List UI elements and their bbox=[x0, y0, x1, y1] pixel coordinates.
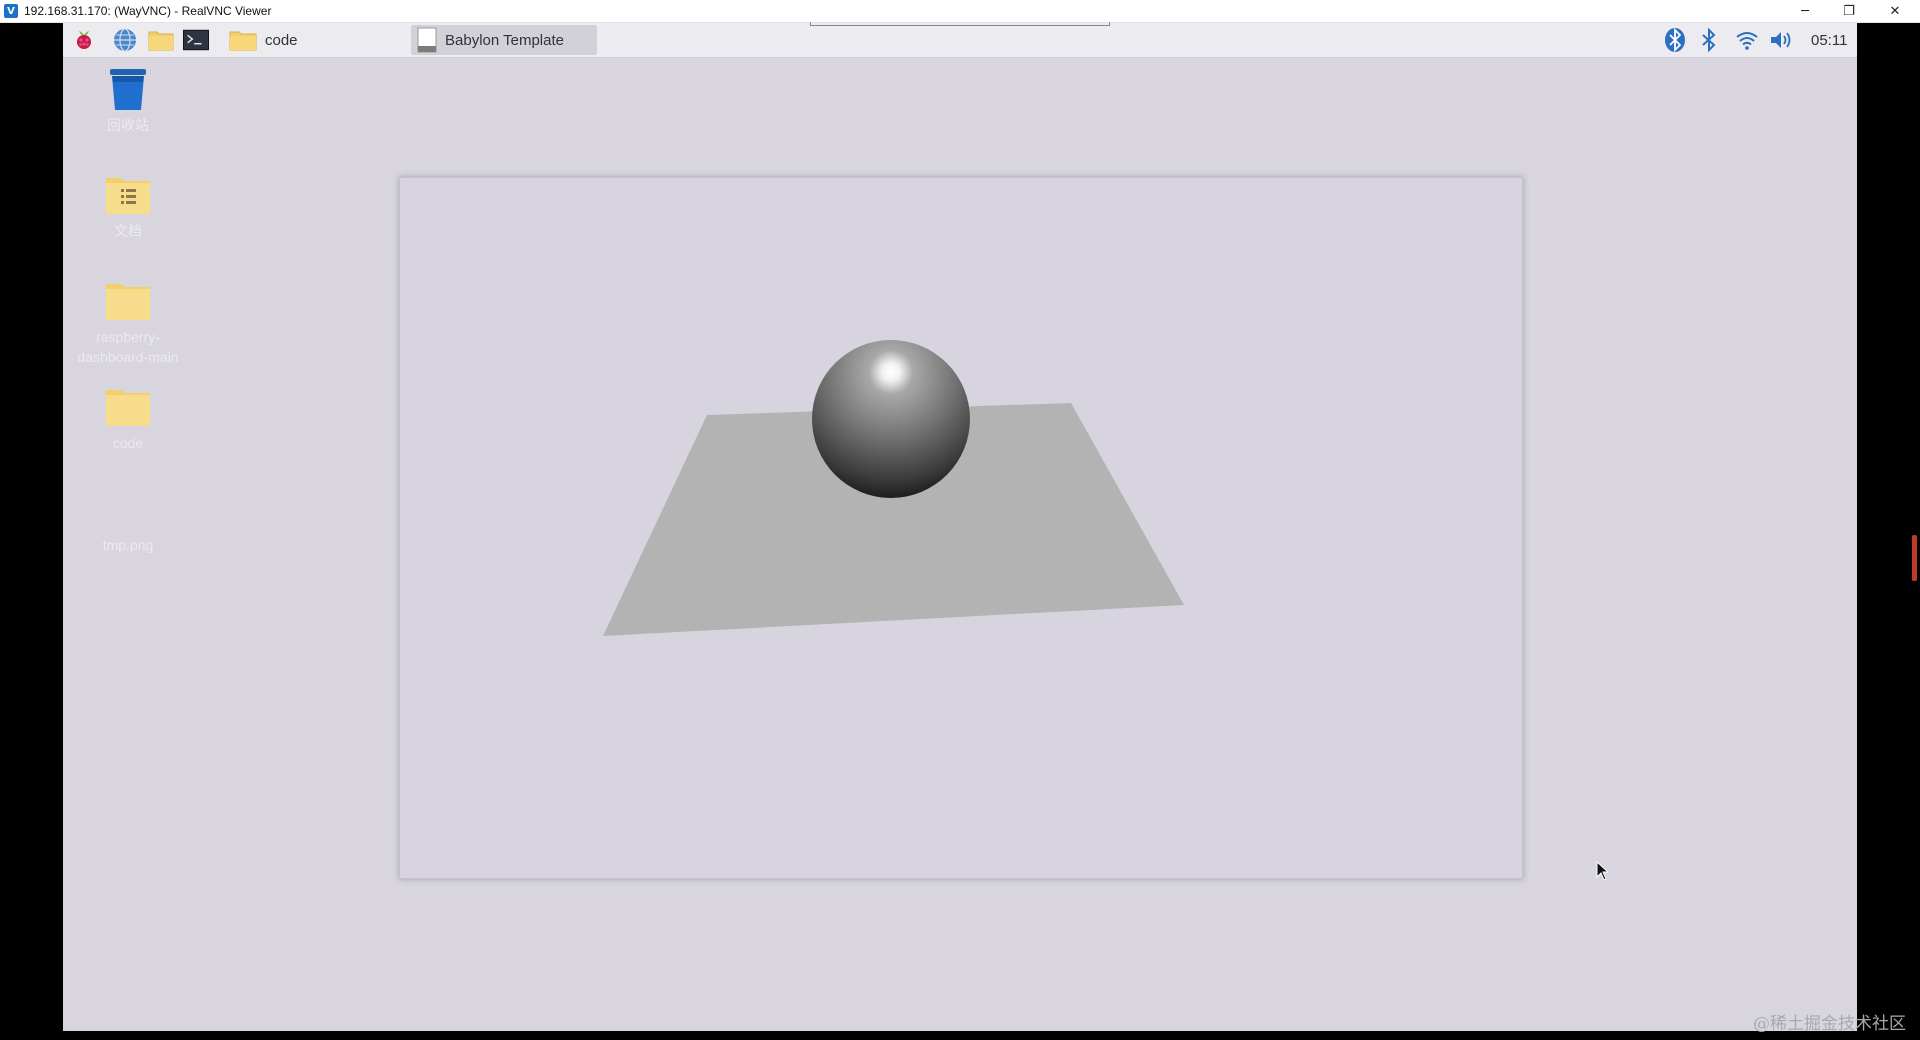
folder-icon bbox=[104, 277, 152, 325]
window-title: 192.168.31.170: (WayVNC) - RealVNC Viewe… bbox=[24, 4, 272, 18]
desktop-icon-label: tmp.png bbox=[102, 537, 154, 553]
babylon-template-window[interactable] bbox=[399, 177, 1523, 879]
desktop-icon-tmp-png[interactable]: tmp.png bbox=[68, 533, 188, 555]
folder-icon bbox=[148, 31, 174, 51]
raspberry-pi-icon bbox=[77, 31, 91, 49]
mouse-cursor bbox=[1596, 861, 1610, 881]
terminal-icon bbox=[183, 29, 209, 51]
task-label: code bbox=[265, 31, 298, 49]
watermark: @稀土掘金技术社区 bbox=[1753, 1014, 1906, 1034]
desktop-icon-trash[interactable]: 回收站 bbox=[68, 65, 188, 135]
volume-tray-button[interactable] bbox=[1769, 28, 1793, 52]
raspberry-pi-menu-button[interactable] bbox=[71, 27, 97, 53]
vnc-titlebar: V 192.168.31.170: (WayVNC) - RealVNC Vie… bbox=[0, 0, 1920, 23]
desktop-icon-label: 文档 bbox=[114, 223, 142, 239]
realvnc-app-icon: V bbox=[4, 4, 18, 18]
remote-desktop[interactable]: code Babylon Template 05:11 回收站 文档 raspb… bbox=[63, 23, 1857, 1031]
clock[interactable]: 05:11 bbox=[1811, 32, 1847, 49]
bluetooth-icon bbox=[1665, 27, 1685, 53]
bluetooth-icon bbox=[1702, 28, 1716, 52]
documents-folder-icon bbox=[104, 171, 152, 219]
globe-icon bbox=[114, 28, 136, 52]
taskbar-task-code[interactable]: code bbox=[225, 25, 405, 55]
taskbar: code Babylon Template 05:11 bbox=[63, 23, 1857, 58]
desktop-icon-label: code bbox=[112, 435, 144, 451]
close-button[interactable]: ✕ bbox=[1872, 0, 1918, 22]
restore-button[interactable]: ❐ bbox=[1826, 0, 1872, 22]
folder-icon bbox=[229, 29, 257, 51]
sphere bbox=[812, 340, 970, 498]
vnc-toolbar-handle[interactable] bbox=[810, 22, 1110, 26]
desktop-icon-documents[interactable]: 文档 bbox=[68, 171, 188, 241]
document-icon bbox=[417, 27, 437, 53]
desktop-icon-dashboard-folder[interactable]: raspberry-dashboard-main bbox=[68, 277, 188, 367]
terminal-launcher[interactable] bbox=[183, 27, 209, 53]
volume-icon bbox=[1771, 32, 1791, 48]
taskbar-task-babylon-template[interactable]: Babylon Template bbox=[411, 25, 597, 55]
wifi-icon bbox=[1736, 32, 1758, 50]
task-label: Babylon Template bbox=[445, 31, 564, 49]
bluetooth-tray-button[interactable] bbox=[1663, 27, 1687, 53]
desktop-icon-label: raspberry-dashboard-main bbox=[77, 329, 179, 365]
file-manager-launcher[interactable] bbox=[148, 27, 174, 53]
desktop-icon-label: 回收站 bbox=[107, 117, 149, 133]
browser-launcher[interactable] bbox=[112, 27, 138, 53]
bluetooth-status[interactable] bbox=[1697, 28, 1721, 52]
wifi-tray-button[interactable] bbox=[1735, 28, 1759, 52]
scroll-edge-marker bbox=[1912, 535, 1917, 581]
trash-icon bbox=[104, 65, 152, 113]
folder-icon bbox=[104, 383, 152, 431]
minimize-button[interactable]: ─ bbox=[1782, 0, 1828, 22]
desktop-icon-code-folder[interactable]: code bbox=[68, 383, 188, 453]
babylon-render-canvas[interactable] bbox=[400, 178, 1522, 878]
